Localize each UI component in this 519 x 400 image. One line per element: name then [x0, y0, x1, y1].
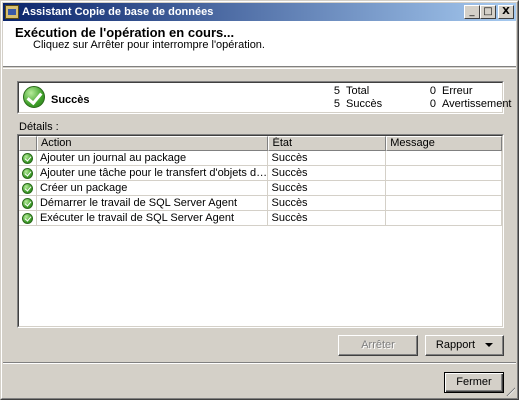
table-row[interactable]: Démarrer le travail de SQL Server Agent …	[19, 196, 502, 211]
row-state: Succès	[268, 166, 387, 181]
wizard-header: Exécution de l'opération en cours... Cli…	[3, 21, 516, 67]
close-window-button[interactable]: X	[498, 5, 514, 19]
maximize-button[interactable]: □	[480, 5, 496, 19]
page-subtitle: Cliquez sur Arrêter pour interrompre l'o…	[33, 39, 265, 51]
stat-error-count: 0	[429, 85, 436, 97]
success-check-icon	[22, 153, 33, 164]
stat-total-label: Total	[346, 85, 370, 97]
stat-total-count: 5	[333, 85, 340, 97]
row-action: Démarrer le travail de SQL Server Agent	[36, 196, 269, 211]
close-button-label: Fermer	[456, 376, 492, 388]
stat-error: 0 Erreur	[426, 85, 473, 97]
row-state: Succès	[268, 151, 387, 166]
minimize-button[interactable]: _	[464, 5, 480, 19]
report-button-label: Rapport	[435, 339, 476, 351]
footer-divider	[3, 362, 516, 364]
success-check-icon	[22, 198, 33, 209]
details-grid[interactable]: Action État Message Ajouter un journal a…	[17, 134, 504, 328]
close-button[interactable]: Fermer	[444, 372, 504, 393]
row-message	[386, 166, 502, 181]
stat-error-label: Erreur	[442, 85, 473, 97]
header-divider	[3, 68, 516, 69]
row-message	[386, 151, 502, 166]
row-action: Exécuter le travail de SQL Server Agent	[36, 211, 269, 226]
table-row[interactable]: Ajouter un journal au package Succès	[19, 151, 502, 166]
report-button[interactable]: Rapport	[425, 335, 504, 356]
table-row[interactable]: Créer un package Succès	[19, 181, 502, 196]
row-state: Succès	[268, 211, 387, 226]
stat-success: 5 Succès	[330, 98, 382, 110]
window-controls: _ □ X	[464, 5, 514, 19]
column-header-message[interactable]: Message	[386, 136, 502, 151]
wizard-window: Assistant Copie de base de données _ □ X…	[0, 0, 519, 400]
title-bar[interactable]: Assistant Copie de base de données _ □ X	[3, 3, 516, 21]
stop-button[interactable]: Arrêter	[338, 335, 418, 356]
stat-warning-count: 0	[429, 98, 436, 110]
row-action: Ajouter une tâche pour le transfert d'ob…	[36, 166, 269, 181]
column-header-state[interactable]: État	[268, 136, 387, 151]
chevron-down-icon	[485, 343, 494, 348]
stat-warning: 0 Avertissement	[426, 98, 512, 110]
table-row[interactable]: Ajouter une tâche pour le transfert d'ob…	[19, 166, 502, 181]
table-row[interactable]: Exécuter le travail de SQL Server Agent …	[19, 211, 502, 226]
column-header-action[interactable]: Action	[36, 136, 269, 151]
stat-total: 5 Total	[330, 85, 369, 97]
status-label: Succès	[51, 94, 90, 106]
row-message	[386, 181, 502, 196]
resize-grip-icon[interactable]	[504, 385, 515, 396]
success-check-icon	[22, 168, 33, 179]
success-check-icon	[22, 213, 33, 224]
row-message	[386, 196, 502, 211]
row-state: Succès	[268, 181, 387, 196]
row-message	[386, 211, 502, 226]
column-header-icon[interactable]	[19, 136, 37, 151]
grid-header: Action État Message	[19, 136, 502, 151]
database-app-icon	[5, 5, 19, 19]
window-title: Assistant Copie de base de données	[22, 6, 214, 18]
stat-success-label: Succès	[346, 98, 383, 110]
row-state: Succès	[268, 196, 387, 211]
page-title: Exécution de l'opération en cours...	[15, 25, 235, 40]
stat-warning-label: Avertissement	[442, 98, 512, 110]
row-action: Créer un package	[36, 181, 269, 196]
row-action: Ajouter un journal au package	[36, 151, 269, 166]
stop-button-label: Arrêter	[361, 339, 395, 351]
success-check-icon	[22, 183, 33, 194]
stat-success-count: 5	[333, 98, 340, 110]
status-summary: Succès 5 Total 5 Succès 0 Erreur 0 Avertisse…	[17, 81, 512, 114]
success-check-icon	[23, 86, 45, 108]
details-label: Détails :	[19, 121, 59, 133]
